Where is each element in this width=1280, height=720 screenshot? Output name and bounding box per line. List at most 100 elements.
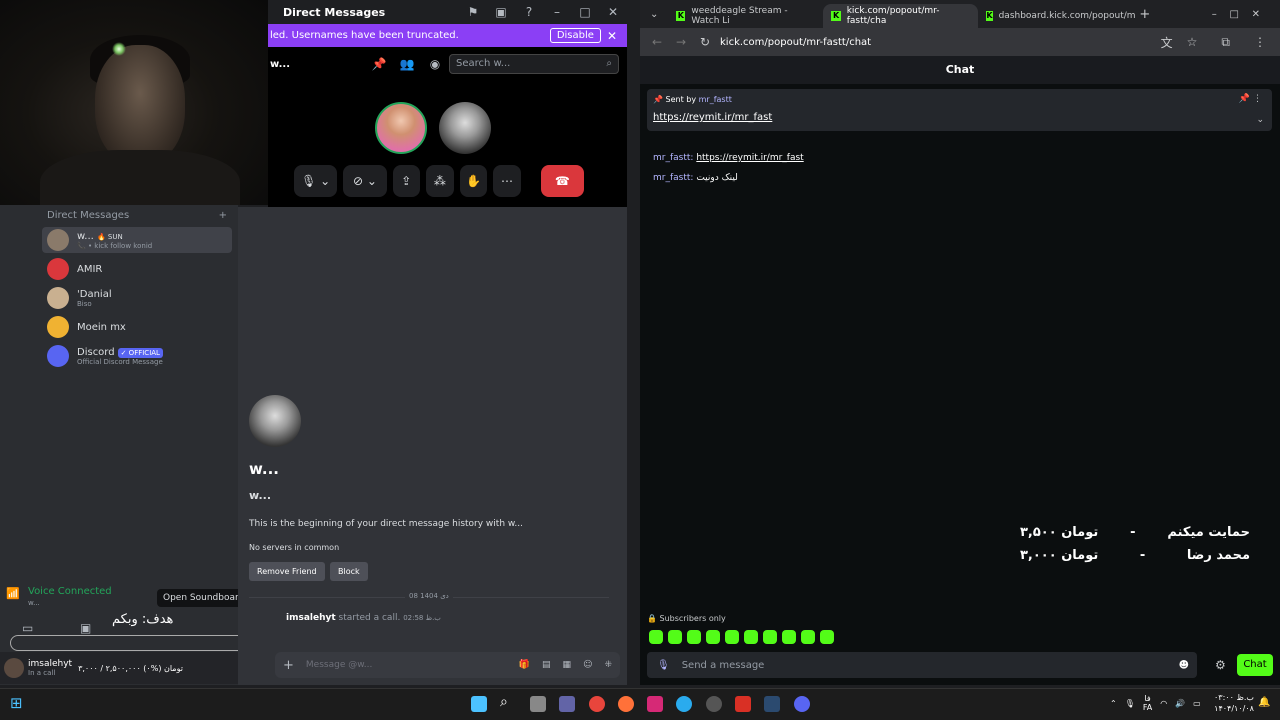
search-icon[interactable]: ⌕ [500,694,508,710]
telegram-icon[interactable] [676,696,692,712]
back-icon[interactable]: ← [652,35,662,49]
participant-avatar[interactable] [375,102,427,154]
volume-icon[interactable]: 🔊 [1175,699,1185,708]
emote-icon[interactable] [763,630,777,644]
meet-icon[interactable] [559,696,575,712]
emote-icon[interactable] [782,630,796,644]
sticker-icon[interactable]: ▦ [563,660,572,670]
attach-icon[interactable]: + [283,658,294,673]
activities-icon: ⁂ [433,173,446,188]
emote-icon[interactable] [649,630,663,644]
maximize-icon[interactable]: □ [571,5,599,19]
emote-icon[interactable] [668,630,682,644]
emote-icon[interactable] [801,630,815,644]
start-icon[interactable] [471,696,487,712]
emote-icon[interactable] [725,630,739,644]
search-input[interactable]: Search w... ⌕ [449,54,619,74]
emoji-icon[interactable]: ☺ [583,660,592,670]
firefox-icon[interactable] [618,696,634,712]
apps-icon[interactable]: ⁜ [604,660,612,670]
tab[interactable]: Kdashboard.kick.com/popout/m [978,4,1136,28]
end-call-button[interactable]: ☎ [540,164,585,197]
extensions-icon[interactable]: ⧉ [1221,35,1230,50]
mic-tray-icon[interactable]: 🎙 [1125,699,1135,708]
bookmark-star-icon[interactable]: ☆ [1187,35,1198,49]
add-friends-icon[interactable]: 👥 [393,57,421,71]
mic-button[interactable]: 🎙 ⌄ [294,164,338,197]
dm-item[interactable]: Moein mx [42,314,232,340]
help-icon[interactable]: ? [515,5,543,19]
soundboard-button[interactable]: ✋ [459,164,488,197]
emote-icon[interactable] [706,630,720,644]
language-indicator[interactable]: فا FA [1143,694,1152,712]
dm-item[interactable]: AMIR [42,256,232,282]
tab-title: kick.com/popout/mr-fastt/cha [846,6,940,26]
screen-icon[interactable]: ▣ [80,621,91,635]
dm-item[interactable]: Discord ✓ OFFICIAL Official Discord Messa… [42,343,232,369]
profile-icon[interactable]: ◉ [421,57,449,71]
settings-icon[interactable]: ⚙ [1215,658,1226,672]
window-controls-icon[interactable]: – □ ✕ [1212,9,1260,20]
gif-icon[interactable]: ▤ [542,660,551,670]
menu-icon[interactable]: ⋮ [1254,35,1266,49]
clock[interactable]: ۰۳:۰۰ ب.ظ ۱۴۰۴/۱۰/۰۸ [1214,692,1254,714]
vscode-icon[interactable] [764,696,780,712]
discord-icon[interactable] [794,696,810,712]
wifi-icon[interactable]: ◠ [1160,699,1167,708]
chat-username[interactable]: mr_fastt: [653,153,693,163]
participant-avatar[interactable] [439,102,491,154]
camera-icon[interactable]: ▭ [22,621,33,635]
pin-menu-icon[interactable]: 📌 ⋮ [1239,94,1262,104]
obs-icon[interactable] [706,696,722,712]
chat-username[interactable]: mr_fastt: [653,173,693,183]
block-button[interactable]: Block [330,562,368,581]
minimize-icon[interactable]: – [543,5,571,19]
add-dm-icon[interactable]: + [219,210,227,221]
chat-send-button[interactable]: Chat [1237,654,1273,676]
remove-friend-button[interactable]: Remove Friend [249,562,325,581]
url-text[interactable]: kick.com/popout/mr-fastt/chat [720,37,1161,48]
address-bar[interactable]: ← → ↻ kick.com/popout/mr-fastt/chat 文 ☆ … [640,28,1280,56]
dm-item[interactable]: w... 🔥 SUN 📞 • kick follow konid [42,227,232,253]
close-notice-icon[interactable]: ✕ [607,29,617,43]
screen-share-button[interactable]: ⇪ [392,164,421,197]
emote-icon[interactable] [820,630,834,644]
pin-icon[interactable]: 📌 [365,57,393,71]
battery-icon[interactable]: ▭ [1193,699,1201,708]
forward-icon[interactable]: → [676,35,686,49]
p-app-icon[interactable] [735,696,751,712]
windows-start-icon[interactable]: ⊞ [10,694,23,712]
dm-item[interactable]: 'Danial Biso [42,285,232,311]
close-icon[interactable]: ✕ [599,5,627,19]
notification-icon[interactable]: 🔔 [1258,697,1270,708]
new-tab-icon[interactable]: + [1139,7,1150,22]
tab[interactable]: Kweeddeagle Stream - Watch Li [668,4,823,28]
tab-title: weeddeagle Stream - Watch Li [691,6,788,26]
chrome-icon[interactable] [589,696,605,712]
emote-icon[interactable] [687,630,701,644]
disable-button[interactable]: Disable [549,28,601,43]
camera-button[interactable]: ⊘ ⌄ [343,164,387,197]
task-view-icon[interactable] [530,696,546,712]
chevron-down-icon[interactable]: ⌄ [1256,115,1264,125]
tab[interactable]: Kkick.com/popout/mr-fastt/cha [823,4,979,28]
emote-icon[interactable] [744,630,758,644]
chat-text[interactable]: https://reymit.ir/mr_fast [696,153,803,163]
profile-avatar[interactable] [249,395,301,447]
instagram-icon[interactable] [647,696,663,712]
call-user[interactable]: imsalehyt [286,613,336,623]
more-button[interactable]: ⋯ [493,164,521,197]
send-message-input[interactable]: 🎙 Send a message ☻ [647,652,1197,678]
emoji-icon[interactable]: ☻ [1179,660,1189,671]
avatar[interactable] [4,658,24,678]
translate-icon[interactable]: 文 [1161,34,1173,51]
tab-search-icon[interactable]: ⌄ [650,9,658,20]
chevron-up-icon[interactable]: ⌃ [1110,699,1117,708]
reload-icon[interactable]: ↻ [700,35,710,49]
flag-icon[interactable]: ⚑ [459,5,487,19]
inbox-icon[interactable]: ▣ [487,5,515,19]
message-input[interactable]: + Message @w... 🎁 ▤ ▦ ☺ ⁜ [275,652,620,678]
pinned-link[interactable]: https://reymit.ir/mr_fast [653,112,772,123]
gift-icon[interactable]: 🎁 [519,660,530,670]
activities-button[interactable]: ⁂ [426,164,454,197]
